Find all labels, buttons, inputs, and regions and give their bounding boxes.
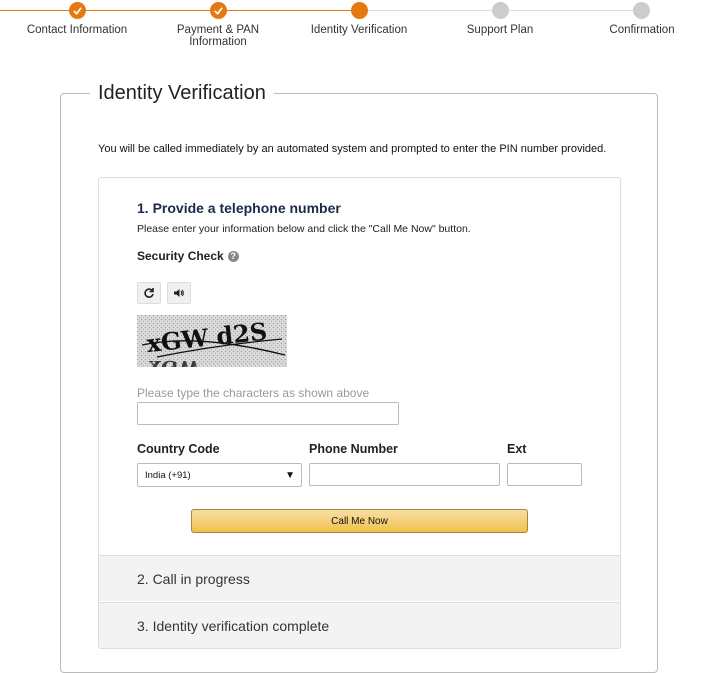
step3-title: 3. Identity verification complete (137, 618, 330, 634)
refresh-icon (144, 288, 154, 298)
step-5-label: Confirmation (609, 24, 675, 36)
step-4-dot (492, 2, 509, 19)
question-circle-icon[interactable]: ? (227, 250, 239, 262)
ext-input[interactable] (507, 463, 582, 486)
step-3-label: Identity Verification (310, 24, 408, 36)
verification-steps-panel: 1. Provide a telephone number Please ent… (98, 177, 621, 649)
captcha-input[interactable] (137, 402, 399, 425)
speaker-icon (174, 289, 184, 297)
step3-accordion: 3. Identity verification complete (99, 602, 620, 648)
security-check-label: Security Check ? (137, 249, 239, 263)
step1-title: 1. Provide a telephone number (137, 200, 341, 216)
stepper-line-complete (0, 10, 360, 11)
step-4-label: Support Plan (466, 24, 534, 36)
svg-text:xGW: xGW (149, 356, 201, 367)
step-3-current-dot (351, 2, 368, 19)
security-check-text: Security Check (137, 249, 224, 263)
dropdown-arrow-icon: ▼ (285, 470, 295, 481)
step-2-label: Payment & PAN Information (176, 24, 260, 48)
phone-number-label: Phone Number (309, 442, 398, 456)
step2-accordion: 2. Call in progress (99, 555, 620, 601)
step1-subtitle: Please enter your information below and … (137, 223, 471, 235)
step-1-check-icon (69, 2, 86, 19)
country-code-label: Country Code (137, 442, 220, 456)
phone-number-input[interactable] (309, 463, 500, 486)
country-code-select[interactable]: India (+91) ▼ (137, 463, 302, 487)
progress-stepper: Contact Information Payment & PAN Inform… (0, 0, 713, 60)
step-1-label: Contact Information (26, 24, 128, 36)
page-title: Identity Verification (90, 80, 274, 106)
step-2-check-icon (210, 2, 227, 19)
ext-label: Ext (507, 442, 527, 456)
country-code-value: India (+91) (145, 470, 191, 481)
captcha-hint: Please type the characters as shown abov… (137, 386, 370, 400)
captcha-image: xGW d2S xGW (137, 315, 287, 380)
captcha-refresh-button[interactable] (137, 282, 161, 304)
step-5-dot (633, 2, 650, 19)
intro-text: You will be called immediately by an aut… (98, 143, 607, 155)
step2-title: 2. Call in progress (137, 571, 250, 587)
captcha-audio-button[interactable] (167, 282, 191, 304)
call-me-now-button[interactable]: Call Me Now (191, 509, 528, 533)
